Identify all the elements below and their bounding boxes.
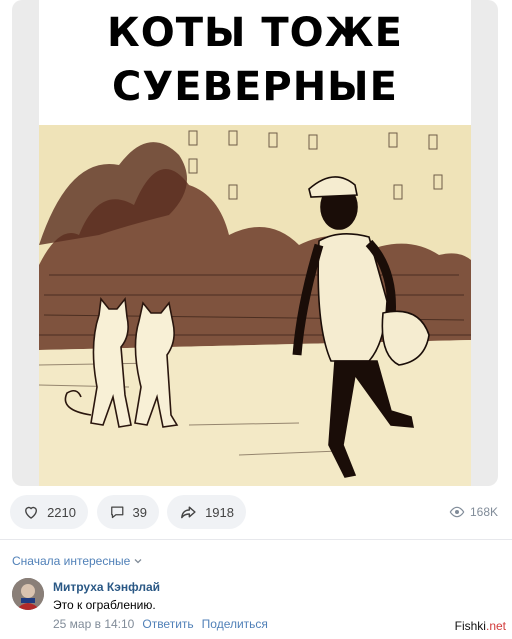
comment-icon [111, 506, 124, 519]
avatar[interactable] [12, 578, 44, 610]
share-arrow-icon [181, 506, 196, 519]
meme-caption-line-2: СУЕВЕРНЫЕ [112, 64, 398, 110]
sort-label: Сначала интересные [12, 554, 131, 568]
comment-button[interactable]: 39 [97, 495, 159, 529]
reply-link[interactable]: Ответить [142, 617, 193, 631]
comment-count: 39 [132, 504, 147, 520]
chevron-down-icon [134, 559, 142, 564]
share-link[interactable]: Поделиться [202, 617, 268, 631]
view-count: 168K [469, 505, 498, 519]
cartoon-illustration [39, 125, 471, 486]
meme-caption-line-1: КОТЫ ТОЖЕ [107, 10, 403, 56]
eye-icon [449, 506, 465, 518]
comment-date[interactable]: 25 мар в 14:10 [53, 617, 134, 631]
post-card: КОТЫ ТОЖЕ СУЕВЕРНЫЕ 2210 39 1918 168K Сн… [0, 0, 512, 639]
comment-meta: 25 мар в 14:10 Ответить Поделиться [53, 617, 268, 631]
view-counter: 168K [449, 504, 498, 520]
watermark-suffix: .net [485, 619, 506, 633]
comment-sort-dropdown[interactable]: Сначала интересные [12, 554, 143, 568]
comment-author[interactable]: Митруха Кэнфлай [53, 580, 160, 594]
heart-icon [25, 506, 37, 519]
post-image[interactable]: КОТЫ ТОЖЕ СУЕВЕРНЫЕ [12, 0, 498, 486]
comment-text: Это к ограблению. [53, 598, 156, 612]
watermark-brand: Fishki [454, 619, 486, 633]
comment-item: Митруха Кэнфлай Это к ограблению. 25 мар… [12, 578, 502, 638]
like-button[interactable]: 2210 [10, 495, 88, 529]
like-count: 2210 [47, 504, 76, 520]
avatar-image [12, 578, 44, 610]
meme-caption: КОТЫ ТОЖЕ СУЕВЕРНЫЕ [39, 6, 471, 114]
share-button[interactable]: 1918 [167, 495, 246, 529]
divider [0, 539, 512, 540]
share-count: 1918 [205, 504, 234, 520]
watermark-logo: Fishki.net [452, 619, 508, 633]
post-actions: 2210 39 1918 168K [0, 495, 512, 531]
